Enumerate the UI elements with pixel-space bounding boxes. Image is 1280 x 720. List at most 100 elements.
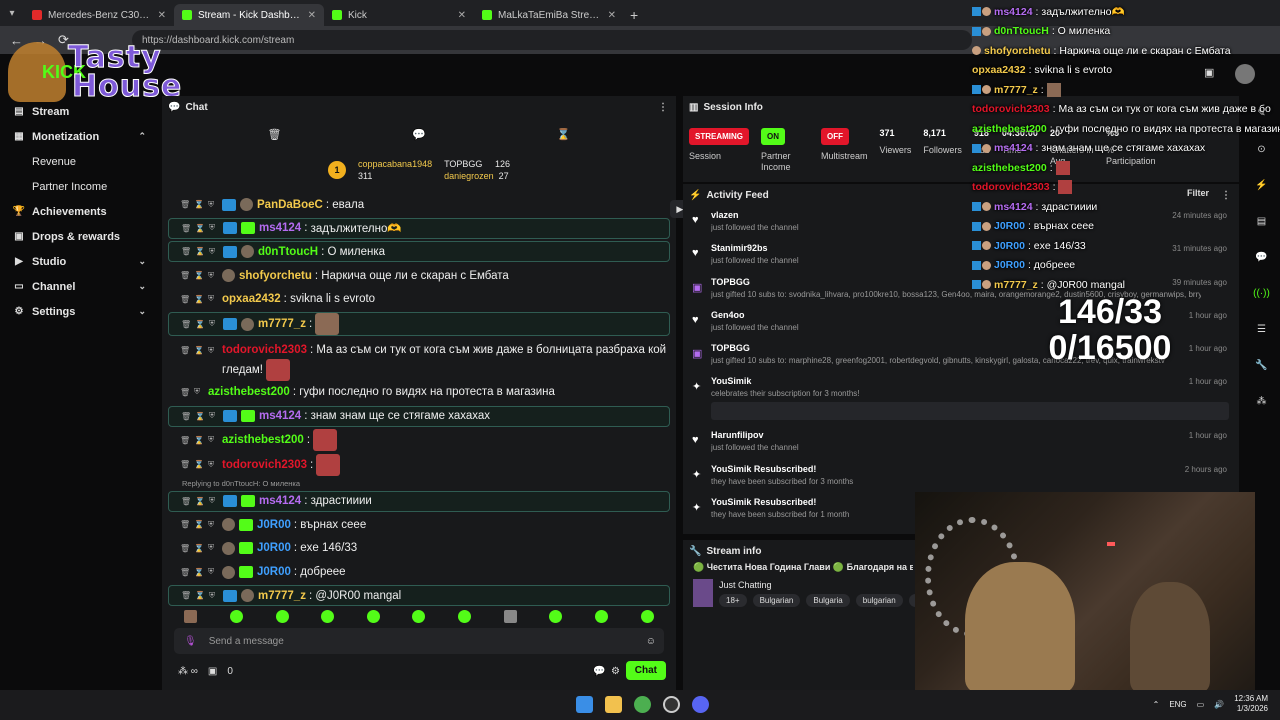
ban-icon[interactable]: ⛨ [209,496,215,506]
close-tab-icon[interactable]: ✕ [458,10,466,21]
timeout-icon[interactable]: ⌛ [194,295,204,304]
emote-icon[interactable] [458,609,472,623]
chat-username[interactable]: ms4124 [259,495,301,507]
chat-message[interactable]: 🗑 ⌛ ⛨ ms4124: задължително🫶 [168,217,670,239]
ban-icon[interactable]: ⛨ [209,411,215,421]
chat-username[interactable]: azisthebest200 [208,386,290,398]
emote-icon[interactable] [366,609,380,623]
chat-username[interactable]: J0R00 [257,519,291,531]
chat-message[interactable]: 🗑 ⌛ ⛨ azisthebest200: [168,429,670,452]
emote-icon[interactable] [503,609,517,623]
browser-tab-active[interactable]: Stream - Kick Dashboard ✕ [174,4,324,26]
tag[interactable]: Bulgaria [806,593,850,607]
speech-bubble-icon[interactable]: 💬 [412,128,426,141]
ban-icon[interactable]: ⛨ [208,294,214,304]
chat-username[interactable]: todorovich2303 [222,344,307,356]
sidebar-item-revenue[interactable]: Revenue [0,149,160,174]
tag[interactable]: Bulgarian [752,593,801,607]
nodes-icon[interactable]: ⁂ [1243,384,1280,420]
emote-icon[interactable] [184,609,198,623]
activity-user[interactable]: YouSimik Resubscribed! [711,464,1239,474]
chat-message[interactable]: 🗑 ⌛ ⛨ todorovich2303: Ма аз съм си тук от к… [168,339,670,382]
trash-icon[interactable]: 🗑 [181,224,191,233]
timeout-icon[interactable]: ⌛ [194,436,204,445]
chat-message[interactable]: 🗑 ⌛ ⛨ d0nTtoucH: О миленка [168,241,670,263]
more-options-icon[interactable]: ⋮ [658,102,668,113]
trash-icon[interactable]: 🗑 [180,200,190,209]
browser-tab[interactable]: MaLkaTaEmiBa Stream - Watch ✕ [474,4,624,26]
timeout-icon[interactable]: ⌛ [194,342,204,359]
file-explorer-icon[interactable] [605,696,622,713]
emote-icon[interactable] [412,609,426,623]
trash-icon[interactable]: 🗑 [180,544,190,553]
chat-message[interactable]: 🗑 ⌛ ⛨ shofyorchetu: Наркича още ли е скаран… [168,265,670,286]
wrench-icon[interactable]: 🔧 [1243,348,1280,384]
trash-icon[interactable]: 🗑 [181,247,191,256]
sidebar-item-partner-income[interactable]: Partner Income [0,174,160,199]
trash-icon[interactable]: 🗑 [180,295,190,304]
chat-username[interactable]: todorovich2303 [222,459,307,471]
activity-user[interactable]: Harunfilipov [711,430,1239,440]
sidebar-item-settings[interactable]: ⚙ Settings ⌄ [0,299,160,324]
trash-icon[interactable]: 🗑 [180,342,190,359]
discord-icon[interactable] [692,696,709,713]
sidebar-item-achievements[interactable]: 🏆 Achievements [0,199,160,224]
list-icon[interactable]: ☰ [1243,312,1280,348]
close-tab-icon[interactable]: ✕ [308,10,316,21]
trash-icon[interactable]: 🗑 [180,460,190,469]
chat-send-button[interactable]: Chat [625,661,666,680]
trash-icon[interactable]: 🗑 [267,128,281,141]
category-name[interactable]: Just Chatting [719,580,944,590]
trash-icon[interactable]: 🗑 [181,412,191,421]
ban-icon[interactable]: ⛨ [208,567,214,577]
chat-username[interactable]: azisthebest200 [222,434,304,446]
sidebar-item-channel[interactable]: ▭ Channel ⌄ [0,274,160,299]
emote-icon[interactable] [275,609,289,623]
ban-icon[interactable]: ⛨ [208,543,214,553]
microphone-icon[interactable]: 🎙 [184,636,197,647]
chat-message[interactable]: 🗑 ⌛ ⛨ m7777_z: [168,312,670,337]
chat-message[interactable]: 🗑 ⌛ ⛨ ms4124: знам знам ще се стягаме хахах… [168,405,670,427]
ban-icon[interactable]: ⛨ [208,342,214,359]
multistream-off-badge[interactable]: OFF [821,128,849,145]
chat-username[interactable]: PanDaBoeC [257,199,323,211]
network-icon[interactable]: ▭ [1197,700,1205,709]
windows-start-icon[interactable] [576,696,593,713]
chat-message[interactable]: 🗑 ⌛ ⛨ J0R00: добреее [168,562,670,583]
trash-icon[interactable]: 🗑 [181,497,191,506]
trash-icon[interactable]: 🗑 [181,320,191,329]
chat-username[interactable]: орхаа2432 [222,293,281,305]
activity-user[interactable]: YouSimik [711,376,1239,386]
chat-username[interactable]: d0nTtoucH [258,246,318,258]
leader-second-third[interactable]: TOPBGG 126 daniegrozen 27 [444,158,510,182]
timeout-icon[interactable]: ⌛ [194,568,204,577]
chat-message[interactable]: 🗑 ⌛ ⛨ ms4124: здрастииии [168,490,670,512]
hourglass-icon[interactable]: ⌛ [557,128,571,141]
partner-on-badge[interactable]: ON [761,128,785,145]
timeout-icon[interactable]: ⌛ [195,320,205,329]
timeout-icon[interactable]: ⌛ [195,247,205,256]
stream-title[interactable]: 🟢 Честита Нова Година Глави 🟢 Благодаря … [683,562,913,573]
timeout-icon[interactable]: ⌛ [194,544,204,553]
ban-icon[interactable]: ⛨ [209,247,215,257]
emote-icon[interactable] [229,609,243,623]
ban-icon[interactable]: ⛨ [208,200,214,210]
trash-icon[interactable]: 🗑 [180,271,190,280]
leader-first[interactable]: coppacabana1948 311 [358,158,432,182]
browser-tab[interactable]: Kick ✕ [324,4,474,26]
chat-username[interactable]: m7777_z [258,318,306,330]
chat-message[interactable]: 🗑 ⌛ ⛨ m7777_z: @J0R00 mangal [168,585,670,607]
sidebar-item-studio[interactable]: ▶ Studio ⌄ [0,249,160,274]
obs-icon[interactable] [663,696,680,713]
sidebar-item-drops[interactable]: ▣ Drops & rewards [0,224,160,249]
emote-icon[interactable] [640,609,654,623]
chat-message[interactable]: 🗑 ⌛ ⛨ J0R00: върнах сеее [168,514,670,535]
chat-message[interactable]: 🗑 ⌛ ⛨ орхаа2432: svikna li s evroto [168,289,670,310]
timeout-icon[interactable]: ⌛ [195,497,205,506]
language-indicator[interactable]: ENG [1169,700,1186,709]
infinity-icon[interactable]: ⁂ ∞ [178,666,198,677]
timeout-icon[interactable]: ⌛ [194,200,204,209]
timeout-icon[interactable]: ⌛ [195,224,205,233]
emote-icon[interactable] [549,609,563,623]
chat-username[interactable]: J0R00 [257,542,291,554]
